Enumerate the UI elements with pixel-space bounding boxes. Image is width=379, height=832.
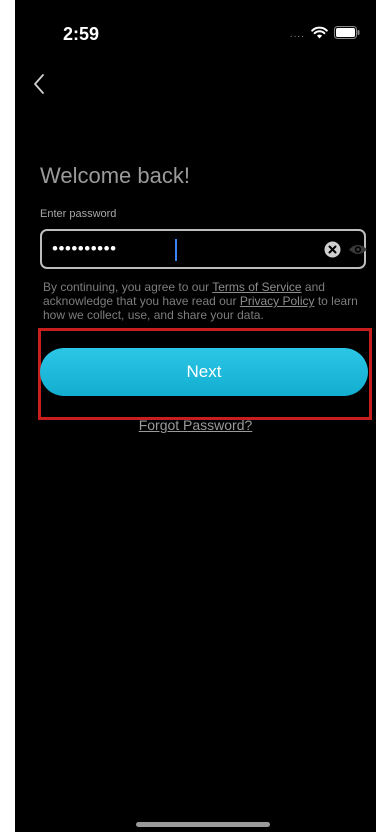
wifi-icon — [311, 26, 328, 44]
legal-prefix: By continuing, you agree to our — [43, 280, 213, 294]
password-value: •••••••••• — [52, 239, 117, 258]
chevron-left-icon — [32, 73, 46, 100]
password-label: Enter password — [40, 208, 117, 220]
status-time: 2:59 — [63, 24, 100, 44]
status-indicators: .... — [290, 26, 360, 44]
home-indicator — [136, 822, 270, 827]
signal-icon: .... — [289, 29, 305, 40]
text-caret — [175, 239, 177, 261]
battery-icon — [334, 26, 360, 44]
password-input[interactable]: •••••••••• — [40, 229, 368, 269]
legal-notice: By continuing, you agree to our Terms of… — [43, 280, 373, 322]
back-button[interactable] — [25, 70, 53, 102]
forgot-password-link[interactable]: Forgot Password? — [15, 417, 376, 433]
login-screen: 2:59 .... Welcome back! Enter password •… — [15, 0, 376, 832]
privacy-policy-link[interactable]: Privacy Policy — [240, 294, 315, 308]
status-bar: 2:59 .... — [15, 0, 376, 60]
terms-of-service-link[interactable]: Terms of Service — [212, 280, 301, 294]
eye-icon[interactable] — [348, 242, 368, 257]
page-title: Welcome back! — [40, 163, 190, 188]
next-button[interactable]: Next — [40, 348, 368, 396]
clear-icon[interactable] — [324, 241, 341, 258]
